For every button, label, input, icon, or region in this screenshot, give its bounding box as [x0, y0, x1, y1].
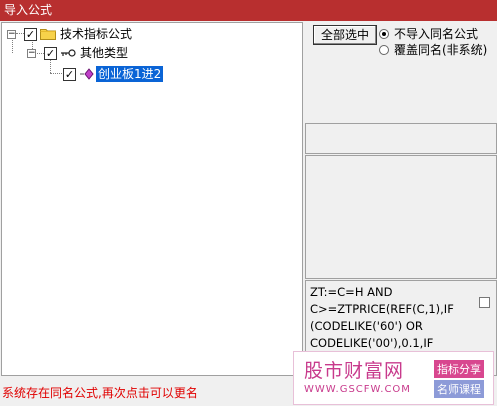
tree-node-label: 技术指标公式	[60, 27, 133, 41]
formula-checkbox[interactable]: ✓	[63, 68, 76, 81]
key-icon	[60, 47, 76, 59]
radio-label: 覆盖同名(非系统)	[394, 43, 488, 57]
watermark-title: 股市财富网	[304, 360, 405, 382]
radio-label: 不导入同名公式	[394, 27, 479, 41]
collapse-icon[interactable]: −	[7, 30, 16, 39]
radio-icon[interactable]	[379, 45, 389, 55]
formula-tree[interactable]: − ✓ 技术指标公式 − ✓ 其他类型 ✓ 创业板1进2	[1, 22, 303, 376]
formula-line: CODELIKE('00'),0.1,IF	[310, 336, 434, 350]
site-watermark: 股市财富网 WWW.GSCFW.COM 指标分享 名师课程	[293, 351, 494, 405]
root-checkbox[interactable]: ✓	[24, 28, 37, 41]
formula-icon	[79, 68, 95, 80]
description-area	[305, 155, 497, 279]
folder-icon	[40, 27, 56, 40]
category-checkbox[interactable]: ✓	[44, 47, 57, 60]
formula-line: (CODELIKE('60') OR	[310, 319, 423, 333]
import-formula-dialog: 导入公式 − ✓ 技术指标公式 − ✓ 其他类型 ✓ 创业板1进2 全部选中 不…	[0, 0, 497, 406]
watermark-tag: 名师课程	[434, 380, 484, 398]
formula-line: C>=ZTPRICE(REF(C,1),IF	[310, 302, 454, 316]
preview-checkbox[interactable]	[479, 297, 490, 308]
tree-node-label: 其他类型	[80, 46, 129, 60]
tree-node-root[interactable]: − ✓ 技术指标公式	[2, 26, 162, 42]
tree-node-category[interactable]: − ✓ 其他类型	[2, 45, 202, 61]
collapse-icon[interactable]: −	[27, 49, 36, 58]
options-panel: 全部选中 不导入同名公式 覆盖同名(非系统) ZT:=C=H AND C>=ZT…	[305, 22, 497, 376]
watermark-tag: 指标分享	[434, 360, 484, 378]
tree-node-formula[interactable]: ✓ 创业板1进2	[2, 66, 222, 82]
select-all-button[interactable]: 全部选中	[313, 25, 377, 45]
radio-icon[interactable]	[379, 29, 389, 39]
status-message: 系统存在同名公式,再次点击可以更名	[2, 386, 198, 400]
window-title: 导入公式	[0, 0, 497, 21]
watermark-url: WWW.GSCFW.COM	[304, 384, 411, 395]
tree-node-label: 创业板1进2	[96, 66, 164, 82]
info-field	[305, 123, 497, 154]
formula-line: ZT:=C=H AND	[310, 285, 393, 299]
